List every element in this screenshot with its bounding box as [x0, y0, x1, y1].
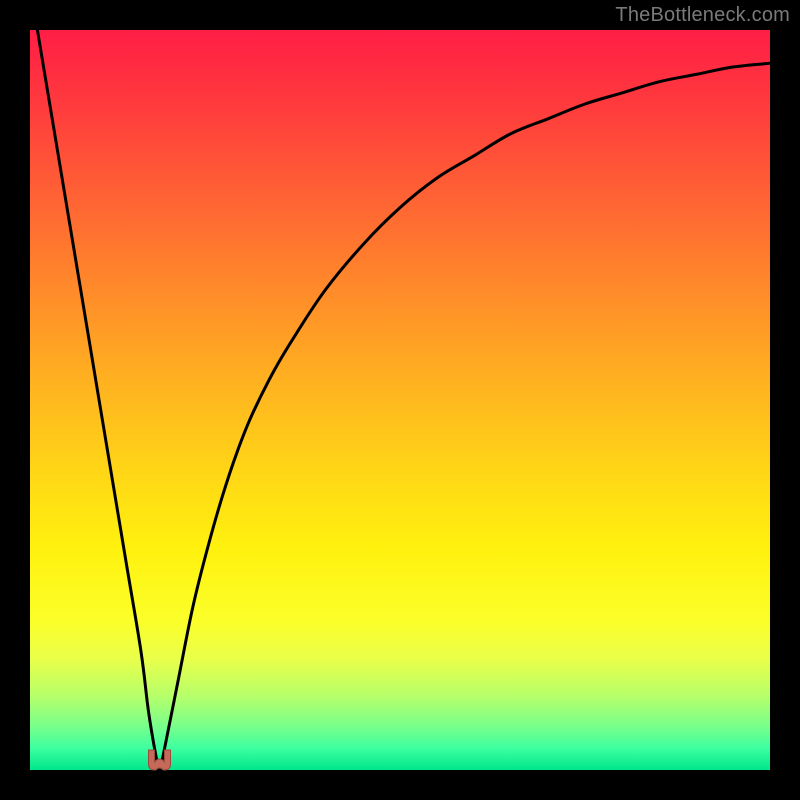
plot-area	[30, 30, 770, 770]
watermark-text: TheBottleneck.com	[615, 4, 790, 27]
chart-frame: TheBottleneck.com	[0, 0, 800, 800]
curve-svg	[30, 30, 770, 770]
bottleneck-curve-path	[37, 30, 770, 770]
min-marker	[149, 750, 171, 770]
